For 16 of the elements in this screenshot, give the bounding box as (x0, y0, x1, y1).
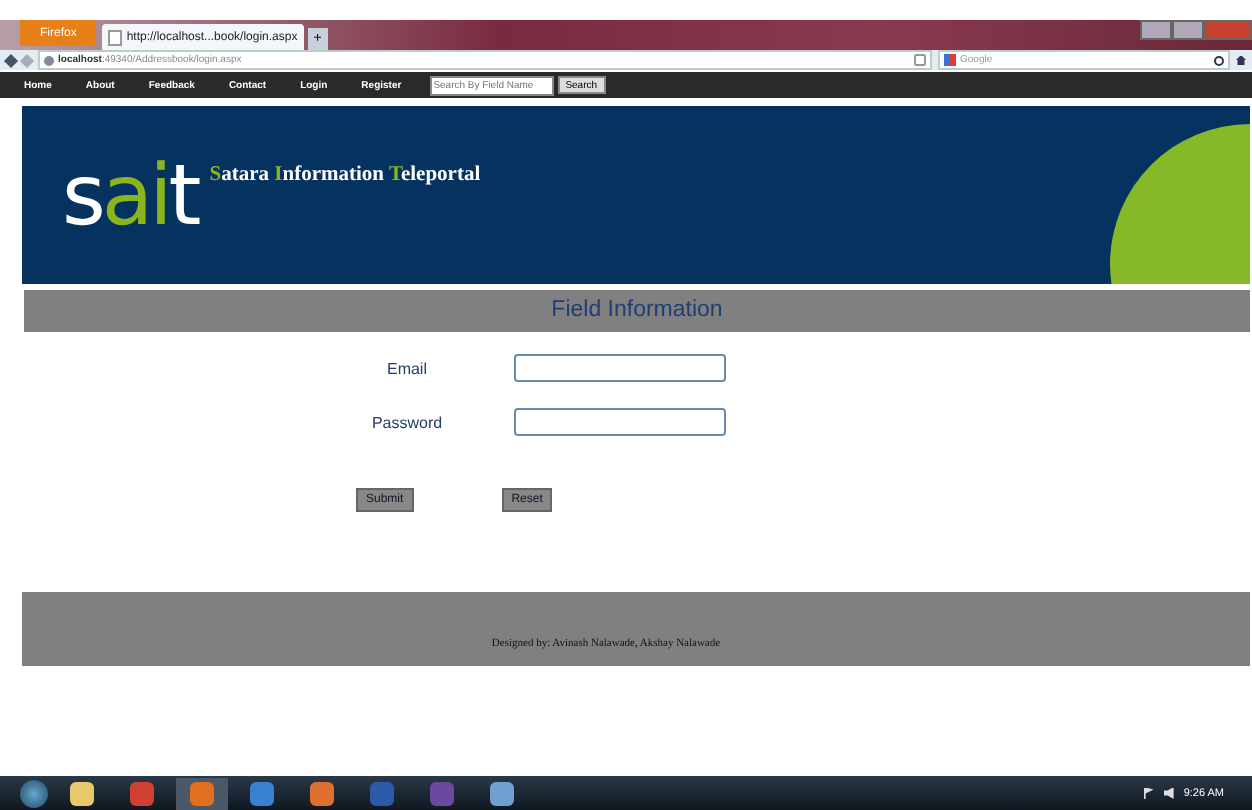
globe-icon (44, 55, 54, 65)
section-title: Field Information (24, 290, 1250, 332)
field-label: Password (369, 413, 445, 431)
search-icon[interactable] (1214, 55, 1224, 65)
field-label: Email (384, 359, 429, 377)
maximize-icon[interactable] (1172, 20, 1204, 40)
search-engine-icon (944, 54, 956, 66)
input-field[interactable] (514, 354, 726, 382)
speaker-icon[interactable] (1163, 787, 1174, 799)
home-icon[interactable] (1236, 55, 1246, 65)
start-button[interactable] (20, 779, 48, 807)
input-field[interactable] (514, 408, 726, 436)
site-logo: sait (62, 153, 198, 237)
page-icon (108, 29, 123, 45)
minimize-icon[interactable] (1140, 20, 1172, 40)
site-tagline: Satara Information Teleportal (209, 164, 481, 186)
